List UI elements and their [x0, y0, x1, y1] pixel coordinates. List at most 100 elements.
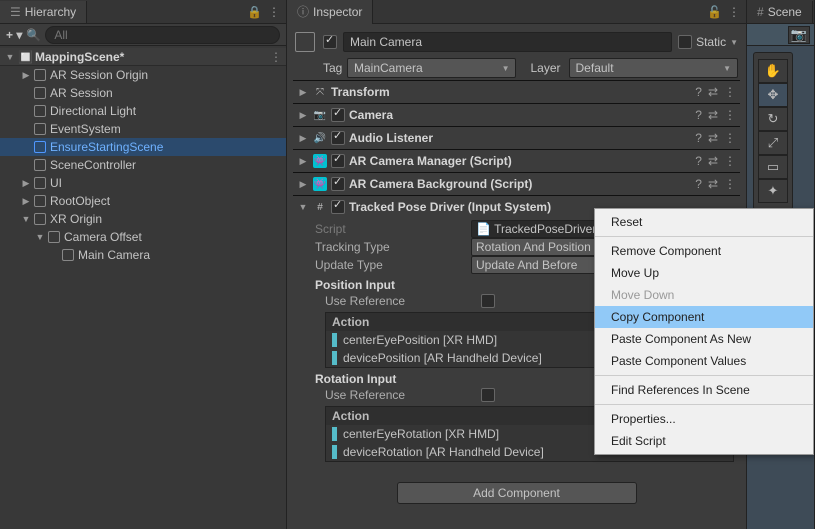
hierarchy-item[interactable]: ▶RootObject: [0, 192, 286, 210]
context-menu-item[interactable]: Properties...: [595, 408, 813, 430]
hierarchy-item-label: Directional Light: [50, 104, 136, 118]
use-reference-checkbox[interactable]: [481, 388, 495, 402]
component-header[interactable]: ▶🔊Audio Listener?⇄⋮: [293, 127, 740, 149]
help-icon[interactable]: ?: [695, 131, 702, 145]
static-dropdown[interactable]: ▼: [730, 38, 738, 47]
foldout-icon[interactable]: ▶: [20, 196, 32, 207]
static-checkbox[interactable]: [678, 35, 692, 49]
context-menu-item[interactable]: Move Up: [595, 262, 813, 284]
scene-tab-label: Scene: [768, 5, 802, 19]
foldout-icon[interactable]: ▼: [34, 232, 46, 242]
component-enabled-checkbox[interactable]: [331, 154, 345, 168]
hierarchy-tab-icon: ☰: [10, 5, 21, 19]
context-menu-item[interactable]: Remove Component: [595, 240, 813, 262]
add-component-button[interactable]: Add Component: [397, 482, 637, 504]
hierarchy-search-input[interactable]: [45, 26, 280, 44]
hierarchy-item[interactable]: ▼ XR Origin: [0, 210, 286, 228]
preset-icon[interactable]: ⇄: [708, 177, 718, 191]
context-menu-item[interactable]: Paste Component As New: [595, 328, 813, 350]
context-menu-icon[interactable]: ⋮: [268, 5, 280, 19]
hierarchy-item[interactable]: SceneController: [0, 156, 286, 174]
menu-icon[interactable]: ⋮: [724, 177, 736, 191]
foldout-icon[interactable]: ▶: [297, 179, 309, 190]
tag-layer-row: Tag MainCamera▼ Layer Default▼: [293, 56, 740, 80]
hierarchy-tree: ▼ 🔲 MappingScene* ⋮ ▶AR Session OriginAR…: [0, 46, 286, 266]
lock-icon[interactable]: 🔒: [247, 5, 262, 19]
view-tool[interactable]: ✋: [758, 59, 788, 83]
foldout-icon[interactable]: ▼: [4, 52, 16, 62]
gameobject-icon: [34, 177, 46, 189]
layer-dropdown[interactable]: Default▼: [569, 58, 738, 78]
enabled-checkbox[interactable]: [323, 35, 337, 49]
preset-icon[interactable]: ⇄: [708, 108, 718, 122]
help-icon[interactable]: ?: [695, 108, 702, 122]
help-icon[interactable]: ?: [695, 177, 702, 191]
hierarchy-item[interactable]: AR Session: [0, 84, 286, 102]
help-icon[interactable]: ?: [695, 154, 702, 168]
foldout-icon[interactable]: ▶: [20, 70, 32, 81]
hierarchy-item[interactable]: Main Camera: [0, 246, 286, 264]
hierarchy-item-label: UI: [50, 176, 62, 190]
gameobject-icon: [34, 87, 46, 99]
use-reference-checkbox[interactable]: [481, 294, 495, 308]
tag-dropdown[interactable]: MainCamera▼: [347, 58, 516, 78]
context-menu-item[interactable]: Edit Script: [595, 430, 813, 452]
preset-icon[interactable]: ⇄: [708, 85, 718, 99]
menu-icon[interactable]: ⋮: [724, 108, 736, 122]
hierarchy-item[interactable]: ▼Camera Offset: [0, 228, 286, 246]
gameobject-name-input[interactable]: Main Camera: [343, 32, 672, 52]
lock-icon[interactable]: 🔓: [707, 5, 722, 19]
context-menu-icon[interactable]: ⋮: [728, 5, 740, 19]
gameobject-icon: [62, 249, 74, 261]
component-header[interactable]: ▶👾AR Camera Background (Script)?⇄⋮: [293, 173, 740, 195]
menu-icon[interactable]: ⋮: [724, 85, 736, 99]
component-enabled-checkbox[interactable]: [331, 131, 345, 145]
foldout-icon[interactable]: ▶: [297, 87, 309, 98]
context-menu-item[interactable]: Reset: [595, 211, 813, 233]
create-dropdown[interactable]: + ▾: [6, 28, 22, 42]
help-icon[interactable]: ?: [695, 85, 702, 99]
hierarchy-item[interactable]: EnsureStartingScene: [0, 138, 286, 156]
scene-tab[interactable]: # Scene: [747, 1, 813, 23]
scene-row[interactable]: ▼ 🔲 MappingScene* ⋮: [0, 48, 286, 66]
hierarchy-item[interactable]: ▶ UI: [0, 174, 286, 192]
scale-tool[interactable]: ⤢: [758, 131, 788, 155]
component-enabled-checkbox[interactable]: [331, 108, 345, 122]
context-menu-item[interactable]: Paste Component Values: [595, 350, 813, 372]
transform-tool[interactable]: ✦: [758, 179, 788, 203]
menu-icon[interactable]: ⋮: [724, 131, 736, 145]
gameobject-icon: [34, 141, 46, 153]
move-tool[interactable]: ✥: [758, 83, 788, 107]
context-menu-item[interactable]: Copy Component: [595, 306, 813, 328]
rotate-tool[interactable]: ↻: [758, 107, 788, 131]
component-enabled-checkbox[interactable]: [331, 177, 345, 191]
component-header[interactable]: ▶👾AR Camera Manager (Script)?⇄⋮: [293, 150, 740, 172]
component-header[interactable]: ▶📷Camera?⇄⋮: [293, 104, 740, 126]
rect-tool[interactable]: ▭: [758, 155, 788, 179]
foldout-icon[interactable]: ▶: [297, 156, 309, 167]
component-transform: ▶⤧Transform?⇄⋮: [293, 80, 740, 103]
component-enabled-checkbox[interactable]: [331, 200, 345, 214]
scene-camera-icon[interactable]: 📷: [788, 26, 810, 44]
action-label: centerEyePosition [XR HMD]: [343, 333, 497, 347]
foldout-icon[interactable]: ▶: [20, 178, 32, 189]
foldout-icon[interactable]: ▼: [20, 214, 32, 224]
hierarchy-tab[interactable]: ☰ Hierarchy: [0, 1, 87, 23]
foldout-icon[interactable]: ▼: [297, 202, 309, 212]
hierarchy-item[interactable]: ▶AR Session Origin: [0, 66, 286, 84]
preset-icon[interactable]: ⇄: [708, 131, 718, 145]
foldout-icon[interactable]: ▶: [297, 133, 309, 144]
foldout-icon[interactable]: ▶: [297, 110, 309, 121]
context-menu-item[interactable]: Find References In Scene: [595, 379, 813, 401]
hierarchy-item[interactable]: Directional Light: [0, 102, 286, 120]
component-header[interactable]: ▶⤧Transform?⇄⋮: [293, 81, 740, 103]
hierarchy-item[interactable]: EventSystem: [0, 120, 286, 138]
preset-icon[interactable]: ⇄: [708, 154, 718, 168]
hierarchy-panel: ☰ Hierarchy 🔒 ⋮ + ▾ 🔍 ▼ 🔲 MappingScene* …: [0, 0, 287, 529]
hierarchy-item-label: XR Origin: [50, 212, 102, 226]
inspector-tab[interactable]: ⓘ Inspector: [287, 0, 373, 24]
context-separator: [595, 375, 813, 376]
script-label: Script: [315, 222, 465, 236]
menu-icon[interactable]: ⋮: [724, 154, 736, 168]
scene-menu-icon[interactable]: ⋮: [270, 50, 282, 64]
